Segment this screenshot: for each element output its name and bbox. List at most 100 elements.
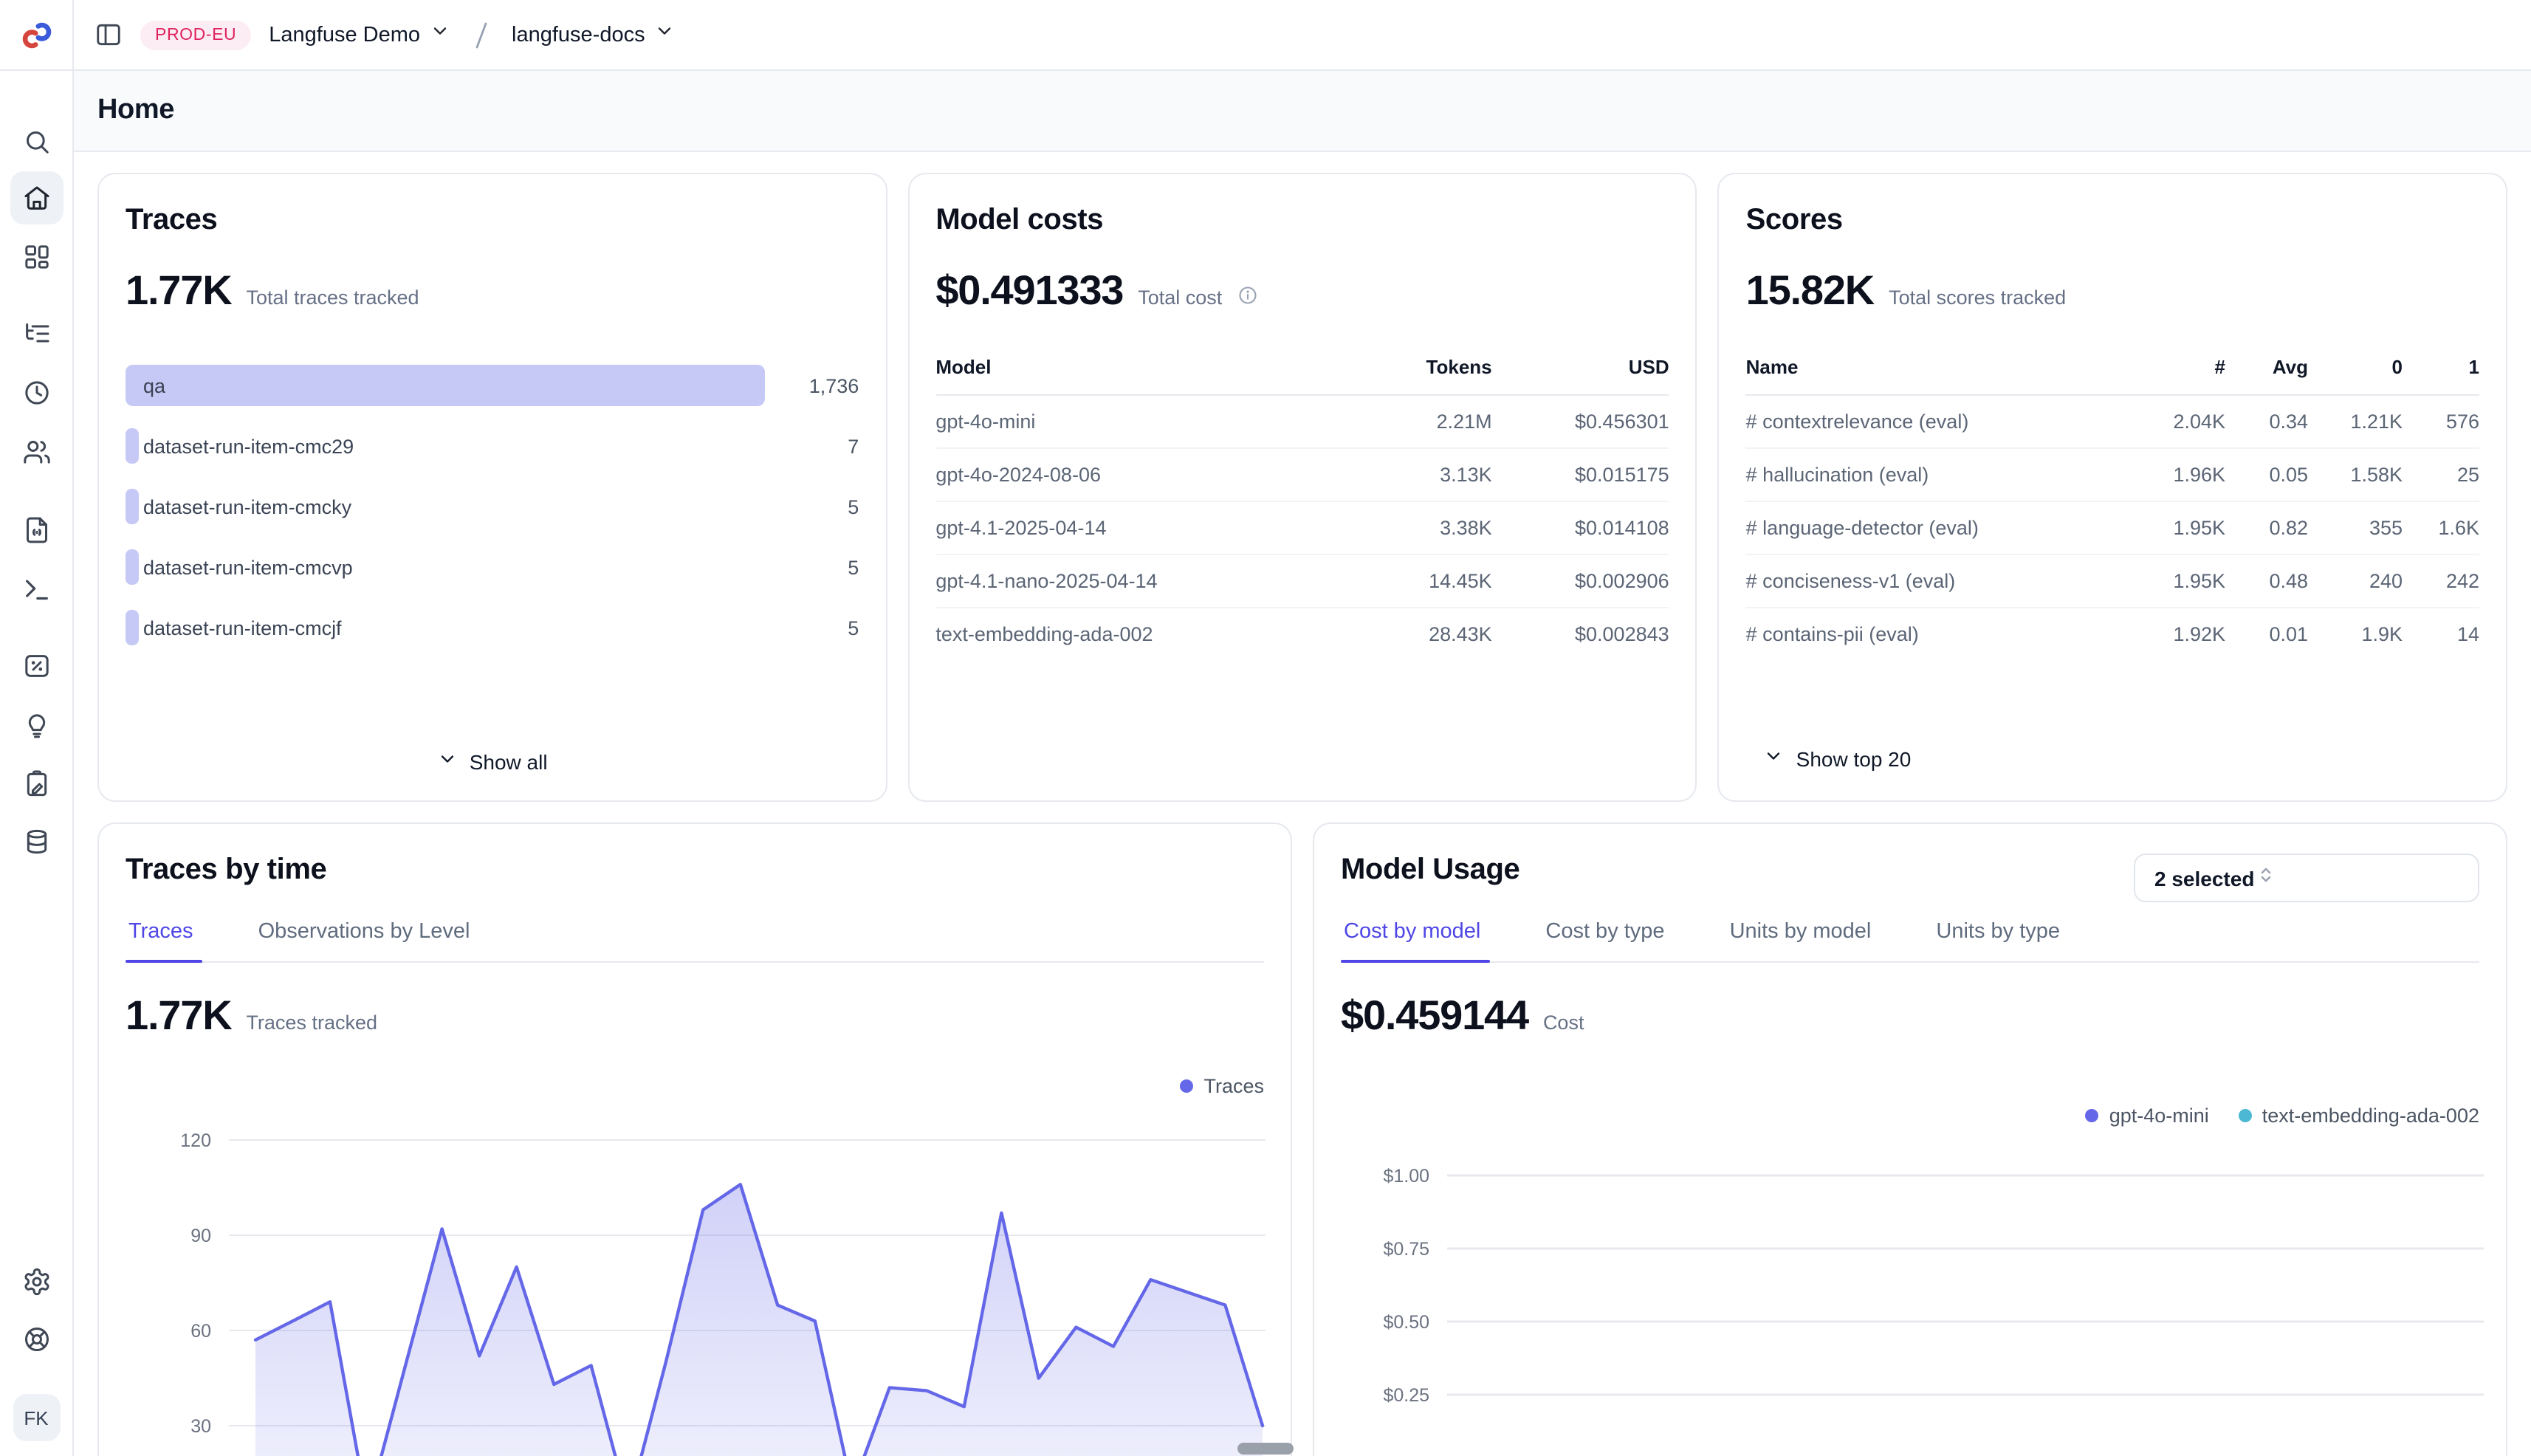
- table-row[interactable]: gpt-4o-mini 2.21M $0.456301: [935, 396, 1669, 449]
- sidebar-item-home[interactable]: [10, 171, 63, 224]
- col-count[interactable]: #: [2140, 356, 2225, 378]
- project-name: langfuse-docs: [512, 23, 645, 47]
- show-all-button[interactable]: Show all: [437, 749, 548, 774]
- sidebar-item-dashboards[interactable]: [21, 242, 51, 272]
- col-usd[interactable]: USD: [1492, 356, 1669, 378]
- table-row[interactable]: # hallucination (eval) 1.96K 0.05 1.58K …: [1746, 449, 2479, 502]
- bar: [126, 610, 138, 645]
- sidebar-item-annotation[interactable]: [21, 769, 51, 799]
- bar-value: 5: [848, 617, 859, 639]
- langfuse-logo[interactable]: [20, 19, 52, 52]
- info-icon[interactable]: [1237, 285, 1257, 313]
- sidebar-item-sessions[interactable]: [21, 378, 51, 408]
- sidebar-item-evaluation[interactable]: [21, 651, 51, 681]
- model-usage-card: Model Usage 2 selected Cost by model Cos…: [1313, 823, 2507, 1456]
- svg-text:30: 30: [190, 1416, 211, 1437]
- chart-legend: gpt-4o-mini text-embedding-ada-002: [1341, 1105, 2479, 1127]
- sidebar-item-support[interactable]: [21, 1325, 51, 1354]
- org-name: Langfuse Demo: [269, 23, 420, 47]
- model-select[interactable]: 2 selected: [2134, 854, 2479, 902]
- sidebar-item-prompts[interactable]: [21, 515, 51, 545]
- app-window: PROD-EU Langfuse Demo langfuse-docs: [0, 0, 2531, 1456]
- bar-value: 1,736: [809, 374, 859, 396]
- legend-dot: [1180, 1079, 1193, 1093]
- bar-label: dataset-run-item-cmcjf: [143, 617, 342, 639]
- sidebar-item-users[interactable]: [21, 437, 51, 467]
- show-top-20-button[interactable]: Show top 20: [1764, 746, 1912, 771]
- sidebar-item-tracing[interactable]: [21, 319, 51, 348]
- bar-row[interactable]: qa 1,736: [126, 365, 859, 406]
- sidebar-item-settings[interactable]: [21, 1267, 51, 1297]
- avatar: FK: [13, 1394, 60, 1441]
- bar-label: dataset-run-item-cmcky: [143, 495, 351, 518]
- user-avatar[interactable]: FK: [13, 1394, 60, 1441]
- table-header: Model Tokens USD: [935, 356, 1669, 396]
- tab-units-by-model[interactable]: Units by model: [1730, 920, 1872, 961]
- tab-cost-by-model[interactable]: Cost by model: [1344, 920, 1480, 961]
- chevrons-up-down-icon: [2254, 863, 2276, 893]
- show-top-label: Show top 20: [1796, 746, 1912, 770]
- horizontal-scrollbar-thumb[interactable]: [1237, 1443, 1294, 1455]
- bar-value: 5: [848, 556, 859, 578]
- cost-total: $0.459144: [1341, 992, 1528, 1040]
- table-row[interactable]: # contextrelevance (eval) 2.04K 0.34 1.2…: [1746, 396, 2479, 449]
- table-row[interactable]: gpt-4o-2024-08-06 3.13K $0.015175: [935, 449, 1669, 502]
- traces-bar-list: qa 1,736 dataset-run-item-cmc29 7 datase…: [126, 365, 859, 648]
- svg-text:90: 90: [190, 1226, 211, 1246]
- col-name[interactable]: Name: [1746, 356, 2140, 378]
- bar-value: 7: [848, 435, 859, 457]
- cost-total-row: $0.459144 Cost: [1341, 992, 2479, 1040]
- tab-observations-by-level[interactable]: Observations by Level: [258, 920, 470, 961]
- svg-text:120: 120: [180, 1130, 211, 1151]
- traces-by-time-card: Traces by time Traces Observations by Le…: [97, 823, 1292, 1456]
- tab-traces[interactable]: Traces: [128, 920, 193, 961]
- sidebar-item-insights[interactable]: [21, 710, 51, 740]
- cost-line-chart[interactable]: $1.00$0.75$0.50$0.25: [1341, 1147, 2484, 1456]
- bar-row[interactable]: dataset-run-item-cmcvp 5: [126, 546, 859, 588]
- table-row[interactable]: # language-detector (eval) 1.95K 0.82 35…: [1746, 502, 2479, 555]
- table-row[interactable]: # conciseness-v1 (eval) 1.95K 0.48 240 2…: [1746, 555, 2479, 608]
- scores-total-row: 15.82K Total scores tracked: [1746, 267, 2479, 315]
- model-costs-card: Model costs $0.491333 Total cost Model T…: [907, 173, 1697, 802]
- traces-area-chart[interactable]: 120 90 60 30: [126, 1109, 1266, 1456]
- col-tokens[interactable]: Tokens: [1352, 356, 1492, 378]
- sidebar-rail: FK: [0, 0, 74, 1456]
- stats-row: Traces 1.77K Total traces tracked qa 1,7…: [97, 173, 2507, 802]
- main-content: Traces 1.77K Total traces tracked qa 1,7…: [74, 152, 2531, 1456]
- sidebar-toggle-icon[interactable]: [95, 21, 123, 49]
- sidebar-item-playground[interactable]: [21, 574, 51, 604]
- sidebar-item-search[interactable]: [21, 127, 51, 157]
- traces-tracked-label: Traces tracked: [246, 1012, 377, 1034]
- table-row[interactable]: gpt-4.1-2025-04-14 3.38K $0.014108: [935, 502, 1669, 555]
- bar-row[interactable]: dataset-run-item-cmcjf 5: [126, 607, 859, 648]
- sidebar-item-datasets[interactable]: [21, 827, 51, 856]
- scores-total-label: Total scores tracked: [1889, 286, 2066, 309]
- bar-row[interactable]: dataset-run-item-cmc29 7: [126, 425, 859, 467]
- col-one[interactable]: 1: [2403, 356, 2479, 378]
- table-row[interactable]: # contains-pii (eval) 1.92K 0.01 1.9K 14: [1746, 608, 2479, 660]
- traces-tracked-row: 1.77K Traces tracked: [126, 992, 1264, 1040]
- tab-units-by-type[interactable]: Units by type: [1936, 920, 2060, 961]
- model-costs-total: $0.491333: [935, 267, 1123, 315]
- card-title: Model costs: [935, 204, 1669, 238]
- traces-card: Traces 1.77K Total traces tracked qa 1,7…: [97, 173, 887, 802]
- col-model[interactable]: Model: [935, 356, 1351, 378]
- org-switcher[interactable]: Langfuse Demo: [269, 21, 450, 49]
- cost-total-label: Cost: [1543, 1012, 1584, 1034]
- top-bar: PROD-EU Langfuse Demo langfuse-docs: [0, 0, 2531, 71]
- bar-label: dataset-run-item-cmc29: [143, 435, 354, 457]
- table-row[interactable]: text-embedding-ada-002 28.43K $0.002843: [935, 608, 1669, 660]
- col-zero[interactable]: 0: [2308, 356, 2403, 378]
- scores-total: 15.82K: [1746, 267, 1874, 315]
- tab-cost-by-type[interactable]: Cost by type: [1545, 920, 1664, 961]
- traces-total-row: 1.77K Total traces tracked: [126, 267, 859, 315]
- project-switcher[interactable]: langfuse-docs: [512, 21, 675, 49]
- traces-tracked-total: 1.77K: [126, 992, 231, 1040]
- environment-badge[interactable]: PROD-EU: [140, 20, 251, 49]
- model-costs-table: Model Tokens USD gpt-4o-mini 2.21M $0.45…: [935, 356, 1669, 660]
- col-avg[interactable]: Avg: [2225, 356, 2308, 378]
- bar-row[interactable]: dataset-run-item-cmcky 5: [126, 486, 859, 527]
- table-row[interactable]: gpt-4.1-nano-2025-04-14 14.45K $0.002906: [935, 555, 1669, 608]
- svg-text:60: 60: [190, 1321, 211, 1342]
- model-costs-total-label: Total cost: [1138, 286, 1222, 309]
